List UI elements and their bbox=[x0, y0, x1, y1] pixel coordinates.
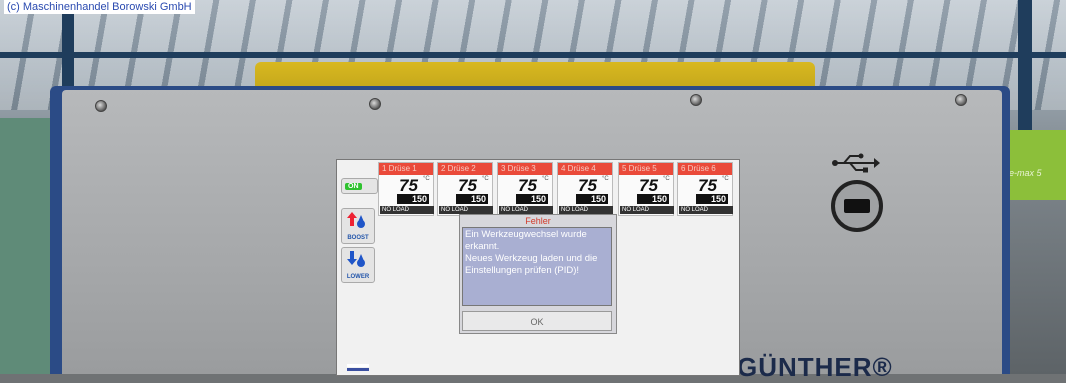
ok-button[interactable]: OK bbox=[462, 311, 612, 331]
green-machine-sign: e-max 5 bbox=[1005, 130, 1066, 200]
usb-icon bbox=[832, 153, 880, 173]
screw bbox=[955, 94, 967, 106]
zone-unit: °C bbox=[602, 176, 609, 182]
hall-column bbox=[1018, 0, 1032, 130]
zone-tile[interactable]: 2 Drüse 2 75 °C 150 NO LOAD bbox=[437, 162, 493, 216]
zone-setpoint: 150 bbox=[637, 194, 669, 204]
zone-actual: 75 bbox=[639, 176, 658, 195]
zone-header: 1 Drüse 1 bbox=[379, 163, 433, 175]
lower-button[interactable]: LOWER bbox=[341, 247, 375, 283]
lower-arrows-icon bbox=[347, 251, 365, 267]
lower-label: LOWER bbox=[346, 274, 370, 280]
boost-label: BOOST bbox=[347, 235, 369, 241]
error-dialog: Fehler Ein Werkzeugwechsel wurde erkannt… bbox=[459, 214, 617, 334]
boost-arrows-icon bbox=[347, 212, 365, 228]
dialog-message-line: Neues Werkzeug laden und die bbox=[465, 253, 598, 264]
zone-status: NO LOAD bbox=[559, 206, 613, 214]
screw bbox=[369, 98, 381, 110]
zone-actual: 75 bbox=[458, 176, 477, 195]
menu-icon[interactable] bbox=[347, 368, 369, 371]
zone-status: NO LOAD bbox=[620, 206, 674, 214]
zone-actual: 75 bbox=[399, 176, 418, 195]
brand-logo: GÜNTHER® bbox=[737, 352, 893, 382]
zone-tile[interactable]: 5 Drüse 5 75 °C 150 NO LOAD bbox=[618, 162, 674, 216]
sign-text: e-max 5 bbox=[1009, 168, 1042, 178]
zone-tile[interactable]: 1 Drüse 1 75 °C 150 NO LOAD bbox=[378, 162, 434, 216]
dialog-message: Ein Werkzeugwechsel wurde erkannt. Neues… bbox=[462, 227, 612, 306]
copyright-label: (c) Maschinenhandel Borowski GmbH bbox=[4, 0, 195, 14]
zone-status: NO LOAD bbox=[380, 206, 434, 214]
zone-header: 4 Drüse 4 bbox=[558, 163, 612, 175]
zone-unit: °C bbox=[663, 176, 670, 182]
zone-header: 6 Drüse 6 bbox=[678, 163, 732, 175]
zone-setpoint: 150 bbox=[397, 194, 429, 204]
zone-setpoint: 150 bbox=[516, 194, 548, 204]
zone-header: 5 Drüse 5 bbox=[619, 163, 673, 175]
zone-actual: 75 bbox=[698, 176, 717, 195]
zone-status: NO LOAD bbox=[679, 206, 733, 214]
zone-header: 3 Drüse 3 bbox=[498, 163, 552, 175]
zone-status: NO LOAD bbox=[439, 206, 493, 214]
zone-header: 2 Drüse 2 bbox=[438, 163, 492, 175]
on-label: ON bbox=[345, 182, 362, 190]
zone-actual: 75 bbox=[578, 176, 597, 195]
dialog-message-line: Einstellungen prüfen (PID)! bbox=[465, 265, 580, 276]
dialog-title: Fehler bbox=[525, 216, 551, 226]
zone-unit: °C bbox=[482, 176, 489, 182]
usb-slot bbox=[844, 199, 870, 213]
zone-unit: °C bbox=[423, 176, 430, 182]
zone-setpoint: 150 bbox=[696, 194, 728, 204]
zone-unit: °C bbox=[542, 176, 549, 182]
roof-beam bbox=[0, 52, 1066, 58]
zone-unit: °C bbox=[722, 176, 729, 182]
zone-tile[interactable]: 3 Drüse 3 75 °C 150 NO LOAD bbox=[497, 162, 553, 216]
zone-tile[interactable]: 6 Drüse 6 75 °C 150 NO LOAD bbox=[677, 162, 733, 216]
zone-actual: 75 bbox=[518, 176, 537, 195]
zone-tile[interactable]: 4 Drüse 4 75 °C 150 NO LOAD bbox=[557, 162, 613, 216]
zone-status: NO LOAD bbox=[499, 206, 553, 214]
on-toggle-button[interactable]: ON bbox=[341, 178, 378, 194]
zone-setpoint: 150 bbox=[576, 194, 608, 204]
zone-setpoint: 150 bbox=[456, 194, 488, 204]
screw bbox=[95, 100, 107, 112]
boost-button[interactable]: BOOST bbox=[341, 208, 375, 244]
screw bbox=[690, 94, 702, 106]
dialog-message-line: Ein Werkzeugwechsel wurde bbox=[465, 229, 587, 240]
usb-port[interactable] bbox=[831, 180, 883, 232]
dialog-message-line: erkannt. bbox=[465, 241, 500, 252]
